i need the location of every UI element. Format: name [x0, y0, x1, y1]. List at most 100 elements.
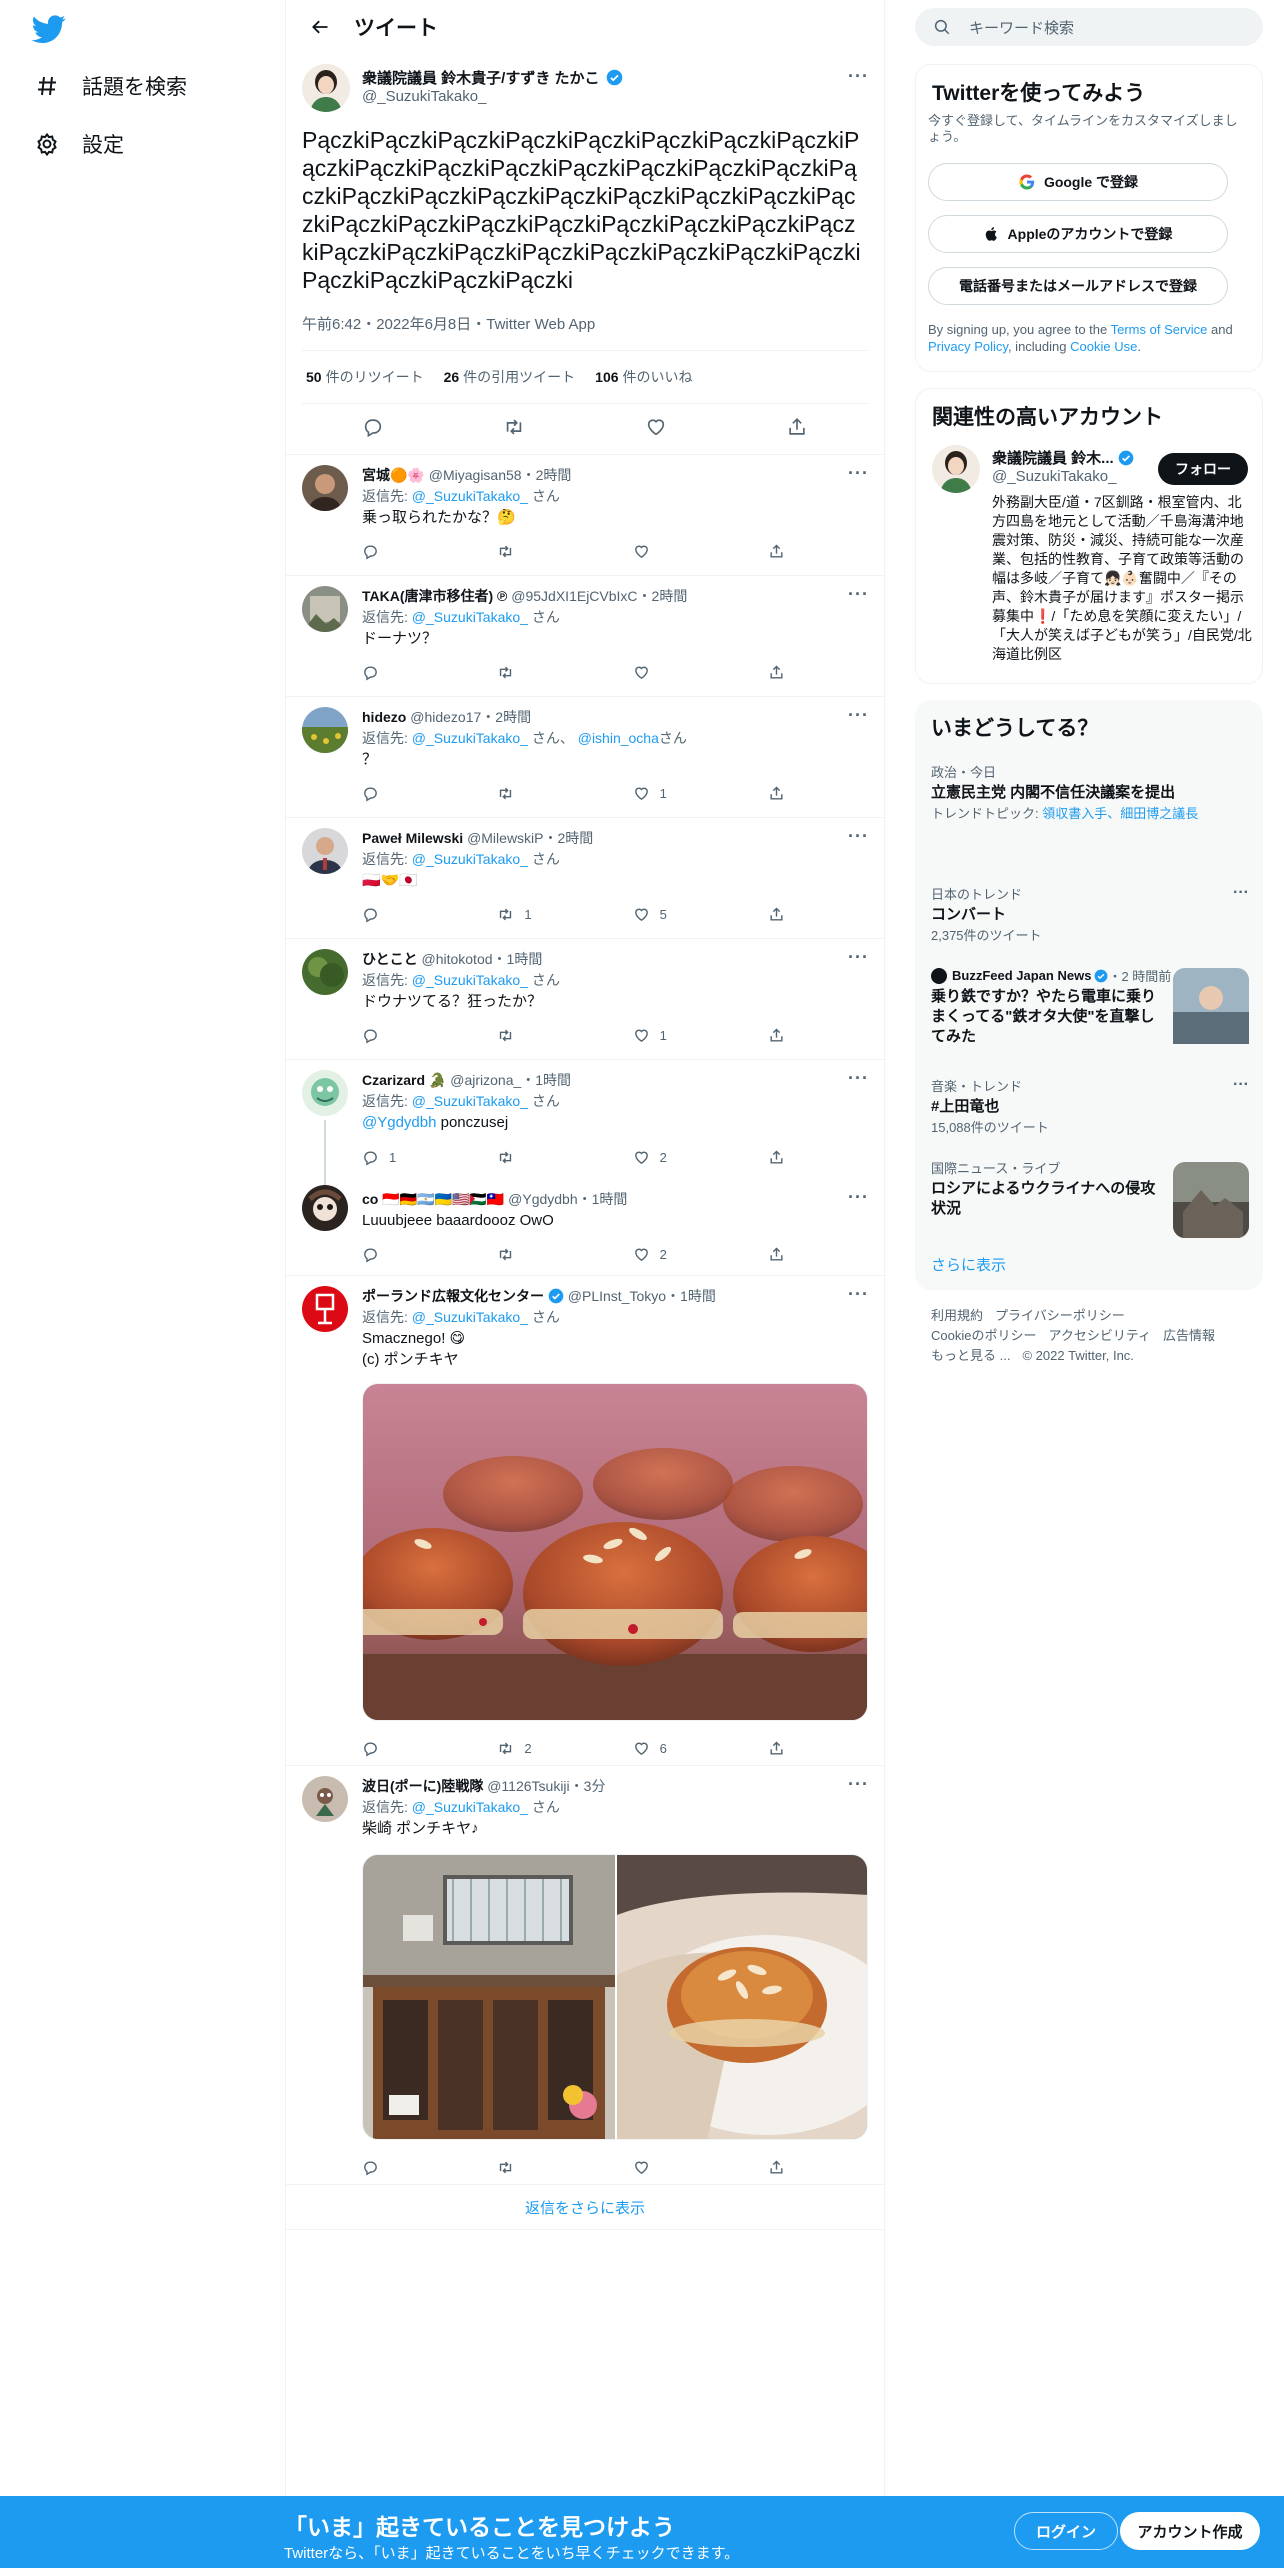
create-account-button[interactable]: アカウント作成: [1120, 2512, 1260, 2550]
more-icon[interactable]: ···: [848, 1284, 869, 1305]
like-button[interactable]: 6: [633, 1740, 713, 1757]
reply-tweet[interactable]: hidezo @hidezo17・2時間 ··· 返信先: @_SuzukiTa…: [286, 696, 884, 817]
avatar[interactable]: [302, 1185, 348, 1231]
reply-author-name[interactable]: ひとこと: [362, 951, 418, 967]
share-button[interactable]: [768, 1027, 788, 1044]
tweet-timestamp[interactable]: 午前6:42・2022年6月8日・Twitter Web App: [302, 313, 595, 334]
share-button[interactable]: [768, 1149, 788, 1166]
search-input[interactable]: キーワード検索: [915, 8, 1263, 46]
quotes-stat[interactable]: 26 件の引用ツイート: [444, 367, 576, 387]
reply-to-link[interactable]: @_SuzukiTakako_: [412, 609, 528, 625]
nav-settings[interactable]: 設定: [22, 118, 136, 170]
like-button[interactable]: [633, 543, 713, 560]
more-icon[interactable]: ···: [848, 66, 869, 87]
retweet-button[interactable]: 1: [497, 906, 577, 923]
avatar[interactable]: [302, 64, 350, 112]
reply-author-name[interactable]: 波日(ポーに)陸戦隊: [362, 1778, 483, 1794]
likes-stat[interactable]: 106 件のいいね: [595, 367, 692, 387]
avatar[interactable]: [302, 586, 348, 632]
retweet-button[interactable]: [497, 543, 577, 560]
avatar[interactable]: [302, 1286, 348, 1332]
reply-tweet[interactable]: ひとこと @hitokotod・1時間 ··· 返信先: @_SuzukiTak…: [286, 938, 884, 1059]
like-button[interactable]: 1: [633, 1027, 713, 1044]
reply-author-handle[interactable]: @hitokotod: [421, 951, 492, 967]
trend-item[interactable]: 政治・今日 立憲民主党 内閣不信任決議案を提出 トレンドトピック: 領収書入手、…: [931, 762, 1231, 822]
reply-author-handle[interactable]: @ajrizona_: [450, 1072, 521, 1088]
more-icon[interactable]: ···: [1233, 884, 1249, 902]
reply-tweet[interactable]: Czarizard 🐊 @ajrizona_・1時間 ··· 返信先: @_Su…: [286, 1059, 884, 1188]
trend-thumbnail[interactable]: [1173, 1162, 1249, 1238]
reply-author-handle[interactable]: @hidezo17: [410, 709, 481, 725]
related-account-handle[interactable]: @_SuzukiTakako_: [992, 468, 1116, 485]
reply-author-handle[interactable]: @Ygdydbh: [508, 1191, 577, 1207]
phone-email-signup-button[interactable]: 電話番号またはメールアドレスで登録: [928, 267, 1228, 305]
reply-to-link[interactable]: @_SuzukiTakako_: [412, 972, 528, 988]
reply-author-name[interactable]: Czarizard 🐊: [362, 1072, 446, 1088]
avatar[interactable]: [302, 1070, 348, 1116]
mention-link[interactable]: @Ygdydbh: [362, 1114, 436, 1131]
reply-to-link[interactable]: @_SuzukiTakako_: [412, 730, 528, 746]
more-icon[interactable]: ···: [848, 1187, 869, 1208]
like-button[interactable]: 5: [633, 906, 713, 923]
reply-author-handle[interactable]: @1126Tsukiji: [487, 1778, 569, 1794]
reply-tweet[interactable]: TAKA(唐津市移住者) ℗ @95JdXI1EjCVbIxC・2時間 ··· …: [286, 575, 884, 696]
more-icon[interactable]: ···: [848, 1774, 869, 1795]
reply-time[interactable]: ・3分: [570, 1778, 606, 1794]
like-button[interactable]: [633, 664, 713, 681]
privacy-link[interactable]: Privacy Policy: [928, 339, 1008, 354]
like-button[interactable]: 2: [633, 1149, 713, 1166]
tweet-photo-paczek[interactable]: [617, 1855, 867, 2139]
like-icon[interactable]: [645, 416, 667, 443]
retweet-button[interactable]: [497, 1027, 577, 1044]
retweet-button[interactable]: [497, 2159, 577, 2176]
avatar[interactable]: [302, 828, 348, 874]
reply-time[interactable]: ・1時間: [493, 951, 543, 967]
reply-button[interactable]: [362, 664, 442, 681]
twitter-logo-icon[interactable]: [31, 12, 66, 46]
share-button[interactable]: [768, 1740, 788, 1757]
reply-to-link[interactable]: @_SuzukiTakako_: [412, 1799, 528, 1815]
more-icon[interactable]: ···: [848, 584, 869, 605]
retweet-button[interactable]: [497, 664, 577, 681]
reply-time[interactable]: ・1時間: [666, 1288, 716, 1304]
footer-accessibility-link[interactable]: アクセシビリティ: [1048, 1328, 1151, 1343]
reply-tweet[interactable]: ポーランド広報文化センター @PLInst_Tokyo・1時間 ··· 返信先:…: [286, 1275, 884, 1765]
back-arrow-icon[interactable]: [292, 0, 348, 54]
reply-button[interactable]: [362, 785, 442, 802]
share-button[interactable]: [768, 2159, 788, 2176]
reply-button[interactable]: [362, 1740, 442, 1757]
reply-author-name[interactable]: hidezo: [362, 709, 406, 725]
google-signup-button[interactable]: Google で登録: [928, 163, 1228, 201]
reply-author-name[interactable]: 宮城🟠🌸: [362, 467, 425, 483]
reply-time[interactable]: ・1時間: [521, 1072, 571, 1088]
more-icon[interactable]: ···: [848, 826, 869, 847]
author-name[interactable]: 衆議院議員 鈴木貴子/すずき たかこ: [362, 67, 623, 90]
reply-tweet[interactable]: Paweł Milewski @MilewskiP・2時間 ··· 返信先: @…: [286, 817, 884, 938]
footer-terms-link[interactable]: 利用規約: [931, 1308, 983, 1323]
avatar[interactable]: [302, 1776, 348, 1822]
author-handle[interactable]: @_SuzukiTakako_: [362, 88, 486, 105]
trend-item[interactable]: 日本のトレンド コンバート 2,375件のツイート: [931, 884, 1231, 944]
cookie-link[interactable]: Cookie Use: [1070, 339, 1137, 354]
nav-explore[interactable]: 話題を検索: [22, 60, 199, 112]
more-icon[interactable]: ···: [848, 1068, 869, 1089]
follow-button[interactable]: フォロー: [1158, 453, 1248, 485]
retweet-button[interactable]: [497, 1246, 577, 1263]
retweet-button[interactable]: [497, 785, 577, 802]
tweet-photo-shopfront[interactable]: [363, 1855, 615, 2139]
reply-to-link[interactable]: @_SuzukiTakako_: [412, 1093, 528, 1109]
reply-button[interactable]: [362, 1246, 442, 1263]
avatar[interactable]: [302, 707, 348, 753]
footer-ads-link[interactable]: 広告情報: [1163, 1328, 1215, 1343]
share-button[interactable]: [768, 785, 788, 802]
like-button[interactable]: 1: [633, 785, 713, 802]
reply-tweet[interactable]: co 🇮🇩🇩🇪🇦🇷🇺🇦🇺🇸🇵🇸🇹🇼 @Ygdydbh・1時間 ··· Luuub…: [286, 1175, 884, 1275]
reply-author-name[interactable]: co 🇮🇩🇩🇪🇦🇷🇺🇦🇺🇸🇵🇸🇹🇼: [362, 1191, 504, 1207]
more-icon[interactable]: ···: [848, 947, 869, 968]
more-icon[interactable]: ···: [848, 705, 869, 726]
reply-author-name[interactable]: TAKA(唐津市移住者) ℗: [362, 588, 507, 604]
apple-signup-button[interactable]: Appleのアカウントで登録: [928, 215, 1228, 253]
retweet-icon[interactable]: [503, 416, 525, 443]
reply-button[interactable]: [362, 1027, 442, 1044]
reply-to-link[interactable]: @_SuzukiTakako_: [412, 488, 528, 504]
